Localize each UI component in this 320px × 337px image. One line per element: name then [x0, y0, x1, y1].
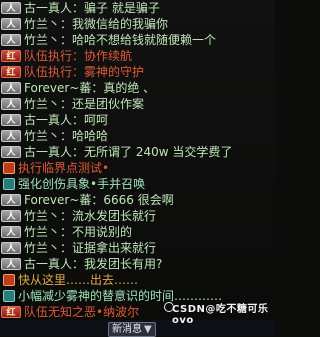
message-text: 执行临界点测试•: [18, 161, 110, 175]
channel-badge-ren: 人: [1, 82, 21, 94]
message-text: 古一真人：呵呵: [24, 113, 109, 127]
chat-message: 人 竹兰丶：还是团伙作案: [0, 96, 275, 112]
message-text: 队伍无知之恶•纳波尔: [24, 305, 140, 319]
channel-badge-ren: 人: [1, 146, 21, 158]
channel-badge-ren: 人: [1, 114, 21, 126]
channel-badge-ren: 人: [1, 210, 21, 222]
message-text: 队伍执行：雾神的守护: [24, 65, 145, 79]
message-text: 快从这里……出去……: [18, 273, 139, 287]
message-text: Forever~蕃：6666 很会啊: [24, 193, 174, 207]
message-text: Forever~蕃：真的绝 、: [24, 81, 156, 95]
channel-badge-team: 红: [1, 66, 21, 78]
chat-message: 红 队伍执行：雾神的守护: [0, 64, 275, 80]
message-text: 队伍执行：协作续航: [24, 49, 133, 63]
new-message-label: 新消息: [112, 324, 142, 335]
message-text: 竹兰丶：不用说别的: [24, 225, 133, 239]
channel-badge-team: 红: [1, 306, 21, 318]
message-text: 古一真人：无所谓了 240w 当交学费了: [24, 145, 233, 159]
message-text: 竹兰丶：流水发团长就行: [24, 209, 157, 223]
chat-message: 人 竹兰丶：哈哈不想给钱就随便赖一个: [0, 32, 275, 48]
channel-badge-ren: 人: [1, 18, 21, 30]
system-info-icon: [3, 178, 15, 190]
chat-message: 红 队伍执行：协作续航: [0, 48, 275, 64]
channel-badge-ren: 人: [1, 194, 21, 206]
chevron-down-icon: ▼: [144, 324, 152, 335]
channel-badge-ren: 人: [1, 258, 21, 270]
chat-message: 人 Forever~蕃：6666 很会啊: [0, 192, 275, 208]
chat-message: 人 古一真人：呵呵: [0, 112, 275, 128]
message-text: 竹兰丶：证据拿出来就行: [24, 241, 157, 255]
chat-message: 人 Forever~蕃：真的绝 、: [0, 80, 275, 96]
new-message-button[interactable]: 新消息 ▼: [108, 322, 156, 337]
chat-message: 人 竹兰丶：不用说别的: [0, 224, 275, 240]
chat-message: 人 古一真人：无所谓了 240w 当交学费了: [0, 144, 275, 160]
channel-badge-ren: 人: [1, 98, 21, 110]
chat-message: 人 竹兰丶：哈哈哈: [0, 128, 275, 144]
message-text: 竹兰丶：哈哈哈: [24, 129, 109, 143]
chat-message: 强化创伤具象•手并召唤: [0, 176, 275, 192]
chat-message: 执行临界点测试•: [0, 160, 275, 176]
chat-message: 人 竹兰丶：流水发团长就行: [0, 208, 275, 224]
message-text: 古一真人：我发团长有用?: [24, 257, 163, 271]
message-text: 竹兰丶：我微信给的我骗你: [24, 17, 169, 31]
system-alert-icon: [3, 274, 15, 286]
channel-badge-team: 红: [1, 50, 21, 62]
chat-message: 人 竹兰丶：我微信给的我骗你: [0, 16, 275, 32]
channel-badge-ren: 人: [1, 130, 21, 142]
channel-badge-ren: 人: [1, 34, 21, 46]
system-alert-icon: [3, 162, 15, 174]
watermark: CSDN@吃不糖可乐ovo: [172, 304, 269, 326]
chat-message: 快从这里……出去……: [0, 272, 275, 288]
channel-badge-ren: 人: [1, 226, 21, 238]
chat-message: 人 古一真人：我发团长有用?: [0, 256, 275, 272]
message-text: 竹兰丶：哈哈不想给钱就随便赖一个: [24, 33, 217, 47]
message-text: 强化创伤具象•手并召唤: [18, 177, 146, 191]
channel-badge-ren: 人: [1, 2, 21, 14]
message-text: 竹兰丶：还是团伙作案: [24, 97, 145, 111]
chat-message: 人 竹兰丶：证据拿出来就行: [0, 240, 275, 256]
system-info-icon: [3, 290, 15, 302]
channel-badge-ren: 人: [1, 242, 21, 254]
message-text: 古一真人：骗子 就是骗子: [24, 1, 160, 15]
chat-message: 人 古一真人：骗子 就是骗子: [0, 0, 275, 16]
chat-log[interactable]: 人 古一真人：骗子 就是骗子 人 竹兰丶：我微信给的我骗你 人 竹兰丶：哈哈不想…: [0, 0, 275, 322]
